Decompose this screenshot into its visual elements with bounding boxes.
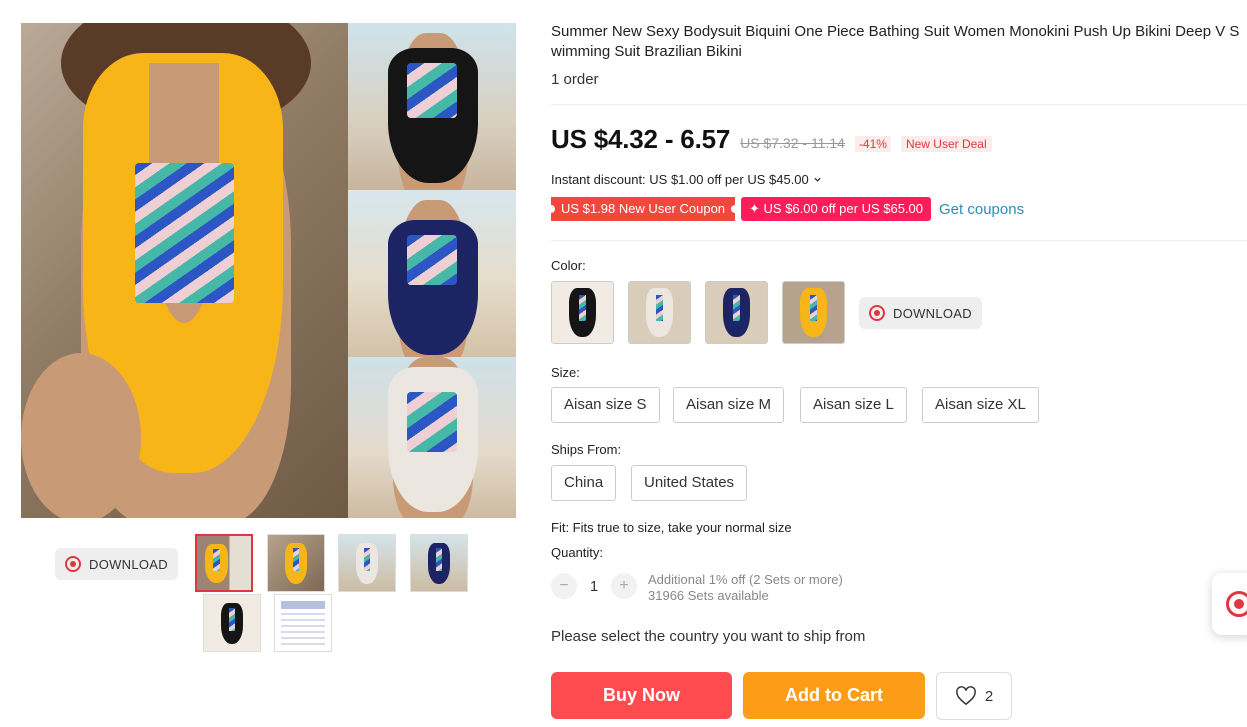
- instant-discount-text: Instant discount: US $1.00 off per US $4…: [551, 172, 809, 187]
- target-icon: [869, 305, 885, 321]
- quantity-info: Additional 1% off (2 Sets or more) 31966…: [648, 572, 843, 604]
- color-option-white[interactable]: [628, 281, 691, 344]
- buy-now-button[interactable]: Buy Now: [551, 672, 732, 719]
- image-panel-black: [348, 23, 516, 190]
- size-option-l[interactable]: Aisan size L: [800, 387, 907, 423]
- product-title: Summer New Sexy Bodysuit Biquini One Pie…: [551, 23, 1240, 60]
- get-coupons-link[interactable]: Get coupons: [939, 201, 1024, 218]
- divider: [551, 104, 1247, 105]
- coupon-row: US $1.98 New User Coupon ✦ US $6.00 off …: [546, 197, 1024, 221]
- quantity-minus-button[interactable]: −: [551, 573, 577, 599]
- main-product-image[interactable]: [21, 23, 516, 518]
- thumbnail-5[interactable]: [203, 594, 261, 652]
- thumbnail-2[interactable]: [267, 534, 325, 592]
- target-icon: [65, 556, 81, 572]
- size-option-m[interactable]: Aisan size M: [673, 387, 785, 423]
- floating-target-button[interactable]: [1212, 573, 1247, 635]
- quantity-label: Quantity:: [551, 545, 604, 560]
- color-download-label: DOWNLOAD: [893, 305, 972, 321]
- current-price: US $4.32 - 6.57: [551, 124, 731, 154]
- wishlist-count: 2: [984, 687, 994, 705]
- size-option-s[interactable]: Aisan size S: [551, 387, 660, 423]
- discount-badge: -41%: [854, 136, 891, 152]
- color-option-black[interactable]: [551, 281, 614, 344]
- heart-icon: [955, 686, 976, 706]
- thumbnail-4[interactable]: [410, 534, 468, 592]
- size-option-xl[interactable]: Aisan size XL: [922, 387, 1039, 423]
- ships-from-china[interactable]: China: [551, 465, 617, 501]
- gallery-download-label: DOWNLOAD: [89, 556, 168, 572]
- color-option-navy[interactable]: [705, 281, 768, 344]
- new-user-deal-badge: New User Deal: [900, 136, 992, 152]
- thumbnail-size-chart[interactable]: [274, 594, 332, 652]
- gallery-download-button[interactable]: DOWNLOAD: [55, 548, 178, 580]
- wishlist-button[interactable]: 2: [936, 672, 1012, 720]
- thumbnail-3[interactable]: [338, 534, 396, 592]
- quantity-value[interactable]: 1: [589, 578, 599, 595]
- color-download-button[interactable]: DOWNLOAD: [859, 297, 982, 329]
- chevron-down-icon: [814, 177, 821, 182]
- original-price: US $7.32 - 11.14: [740, 135, 845, 151]
- ships-from-united-states[interactable]: United States: [631, 465, 748, 501]
- store-coupon[interactable]: ✦ US $6.00 off per US $65.00: [741, 197, 932, 221]
- quantity-plus-button[interactable]: +: [611, 573, 637, 599]
- ships-from-label: Ships From:: [551, 442, 622, 457]
- stock-available-text: 31966 Sets available: [648, 588, 769, 603]
- image-panel-navy: [348, 190, 516, 357]
- image-panel-yellow: [21, 23, 348, 518]
- divider: [551, 240, 1247, 241]
- image-panel-white: [348, 357, 516, 518]
- color-label: Color:: [551, 258, 586, 273]
- add-to-cart-button[interactable]: Add to Cart: [743, 672, 925, 719]
- color-option-yellow[interactable]: [782, 281, 845, 344]
- new-user-coupon[interactable]: US $1.98 New User Coupon: [546, 197, 740, 221]
- quantity-stepper: − 1 +: [551, 573, 637, 599]
- instant-discount[interactable]: Instant discount: US $1.00 off per US $4…: [551, 172, 822, 187]
- target-icon: [1226, 591, 1247, 617]
- thumbnail-1[interactable]: [195, 534, 253, 592]
- order-count: 1 order: [551, 71, 599, 88]
- bulk-discount-text: Additional 1% off (2 Sets or more): [648, 572, 843, 587]
- size-label: Size:: [551, 365, 580, 380]
- ship-country-message: Please select the country you want to sh…: [551, 628, 866, 645]
- price-row: US $4.32 - 6.57 US $7.32 - 11.14 -41% Ne…: [551, 124, 992, 155]
- fit-note: Fit: Fits true to size, take your normal…: [551, 520, 792, 535]
